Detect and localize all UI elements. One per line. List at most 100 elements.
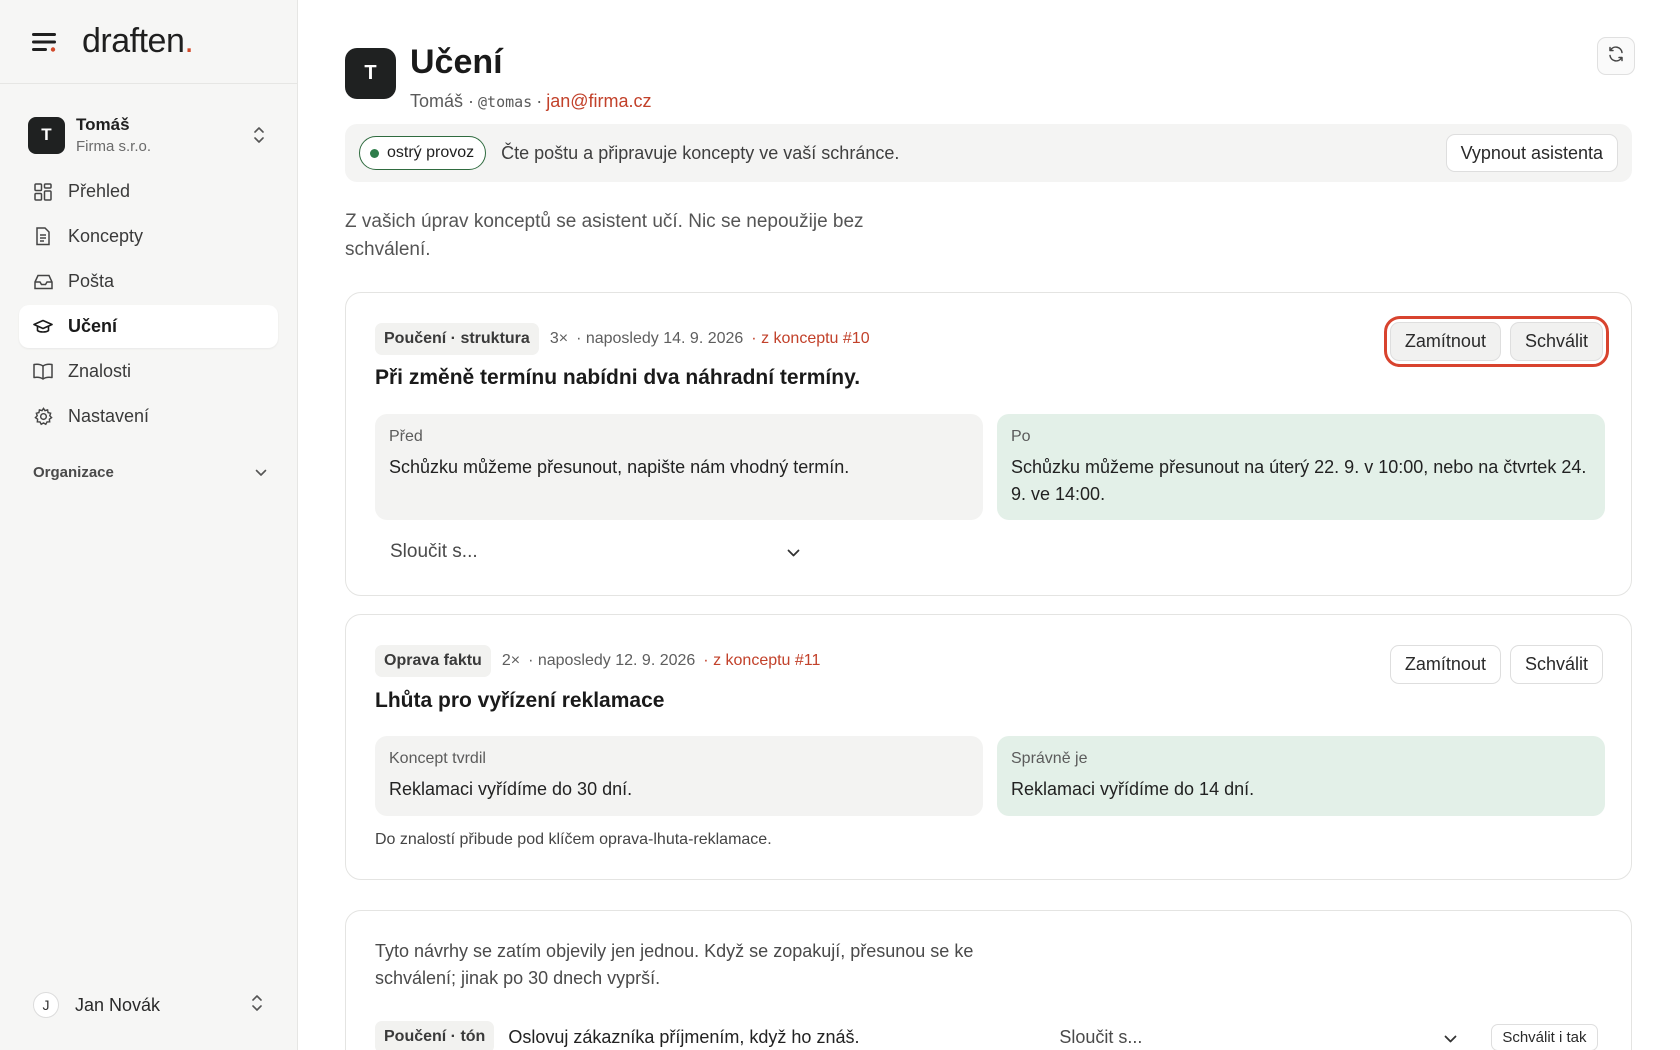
lesson-type-tag: Poučení · tón	[375, 1021, 495, 1050]
after-text: Schůzku můžeme přesunout na úterý 22. 9.…	[1011, 457, 1587, 504]
chevron-up-down-icon	[249, 126, 269, 144]
page-subtitle: Tomáš · @tomas · jan@firma.cz	[410, 91, 652, 112]
header-name: Tomáš	[410, 91, 464, 112]
organization-section-toggle[interactable]: Organizace	[33, 464, 267, 481]
lesson-type-tag: Poučení · struktura	[375, 323, 539, 355]
lesson-type-tag: Oprava faktu	[375, 645, 491, 677]
org-section-label: Organizace	[33, 464, 114, 481]
nav-label: Učení	[68, 316, 118, 336]
fact-correction-card: Oprava faktu 2× · naposledy 12. 9. 2026 …	[345, 614, 1632, 880]
after-label: Po	[1011, 428, 1031, 445]
card-actions: Zamítnout Schválit	[1389, 645, 1603, 684]
before-panel: Před Schůzku můžeme přesunout, napište n…	[375, 414, 983, 520]
nav-item-nastaveni[interactable]: Nastavení	[19, 395, 278, 438]
nav-item-prehled[interactable]: Přehled	[19, 170, 278, 213]
reject-button[interactable]: Zamítnout	[1389, 322, 1501, 361]
graduation-cap-icon	[33, 317, 53, 337]
book-icon	[33, 362, 53, 382]
page-header: T Učení Tomáš · @tomas · jan@firma.cz	[345, 43, 652, 112]
inbox-icon	[33, 272, 53, 292]
brand-bar: draften.	[0, 0, 297, 84]
last-seen-date: · naposledy 12. 9. 2026	[528, 652, 696, 669]
source-draft-link[interactable]: · z konceptu #11	[703, 652, 820, 670]
dashboard-icon	[33, 182, 53, 202]
menu-icon[interactable]	[32, 28, 60, 56]
header-email-link[interactable]: jan@firma.cz	[546, 91, 651, 112]
pending-suggestion-row: Poučení · tón Oslovuj zákazníka příjmení…	[375, 1021, 1603, 1050]
card-actions: Zamítnout Schválit	[1383, 316, 1610, 367]
user-name: Jan Novák	[75, 994, 161, 1015]
page-avatar: T	[345, 48, 396, 99]
live-status-label: ostrý provoz	[387, 144, 475, 161]
nav-item-posta[interactable]: Pošta	[19, 260, 278, 303]
status-description: Čte poštu a připravuje koncepty ve vaší …	[501, 142, 900, 163]
workspace-switcher[interactable]: T Tomáš Firma s.r.o.	[28, 114, 279, 156]
chevron-down-icon	[787, 541, 800, 563]
correct-label: Správně je	[1011, 750, 1088, 767]
nav-label: Koncepty	[68, 226, 144, 246]
pending-description: Tyto návrhy se zatím objevily jen jednou…	[375, 941, 974, 988]
nav-item-koncepty[interactable]: Koncepty	[19, 215, 278, 258]
pending-suggestions-card: Tyto návrhy se zatím objevily jen jednou…	[345, 910, 1632, 1050]
document-icon	[33, 227, 53, 247]
main-content: T Učení Tomáš · @tomas · jan@firma.cz os…	[345, 0, 1635, 1050]
approve-button[interactable]: Schválit	[1509, 645, 1603, 684]
approve-button[interactable]: Schválit	[1509, 322, 1603, 361]
header-handle: @tomas	[478, 93, 533, 112]
before-text: Schůzku můžeme přesunout, napište nám vh…	[389, 457, 850, 477]
source-draft-link[interactable]: · z konceptu #10	[751, 330, 869, 348]
merge-select[interactable]: Sloučit s...	[1043, 1027, 1473, 1048]
card-meta: Oprava faktu 2× · naposledy 12. 9. 2026 …	[375, 645, 820, 677]
last-seen-date: · naposledy 14. 9. 2026	[576, 330, 744, 347]
refresh-button[interactable]	[1597, 37, 1635, 75]
knowledge-note: Do znalostí přibude pod klíčem oprava-lh…	[375, 831, 772, 848]
claimed-label: Koncept tvrdil	[389, 750, 486, 767]
live-status-badge: ostrý provoz	[359, 136, 487, 170]
nav-label: Znalosti	[68, 361, 132, 381]
claimed-panel: Koncept tvrdil Reklamaci vyřídíme do 30 …	[375, 736, 983, 816]
nav-item-znalosti[interactable]: Znalosti	[19, 350, 278, 393]
refresh-icon	[1607, 45, 1625, 68]
suggestion-rule: Oslovuj zákazníka příjmením, když ho zná…	[508, 1026, 860, 1047]
header-separator: ·	[536, 91, 543, 112]
merge-select[interactable]: Sloučit s...	[390, 541, 800, 563]
chevron-up-down-icon	[251, 994, 263, 1017]
correct-text: Reklamaci vyřídíme do 14 dní.	[1011, 779, 1255, 799]
merge-select-value: Sloučit s...	[390, 541, 478, 562]
nav-label: Pošta	[68, 271, 115, 291]
chevron-down-icon	[255, 464, 267, 481]
after-panel: Po Schůzku můžeme přesunout na úterý 22.…	[997, 414, 1605, 520]
nav-label: Nastavení	[68, 406, 150, 426]
user-menu[interactable]: J Jan Novák	[33, 990, 263, 1020]
main-nav: Přehled Koncepty Pošta Učení Znalosti Na…	[0, 170, 297, 438]
brand-logo[interactable]: draften.	[82, 22, 194, 61]
correct-panel: Správně je Reklamaci vyřídíme do 14 dní.	[997, 736, 1605, 816]
header-separator: ·	[468, 91, 475, 112]
user-avatar: J	[33, 992, 59, 1018]
lesson-title: Lhůta pro vyřízení reklamace	[375, 689, 665, 712]
claimed-text: Reklamaci vyřídíme do 30 dní.	[389, 779, 633, 799]
approve-anyway-button[interactable]: Schválit i tak	[1491, 1023, 1598, 1050]
workspace-avatar: T	[28, 116, 65, 154]
nav-label: Přehled	[68, 181, 131, 201]
page-title: Učení	[410, 43, 503, 81]
before-label: Před	[389, 428, 423, 445]
workspace-org: Firma s.r.o.	[76, 138, 152, 155]
reject-button[interactable]: Zamítnout	[1389, 645, 1501, 684]
occurrence-count: 3×	[549, 330, 569, 347]
brand-name: draften	[82, 22, 185, 60]
chevron-down-icon	[1444, 1027, 1457, 1048]
sidebar: draften. T Tomáš Firma s.r.o. Přehled Ko…	[0, 0, 298, 1050]
lesson-card: Poučení · struktura 3× · naposledy 14. 9…	[345, 292, 1632, 596]
brand-dot: .	[184, 22, 194, 60]
merge-select-value: Sloučit s...	[1059, 1026, 1143, 1047]
occurrence-count: 2×	[501, 652, 521, 669]
assistant-status-bar: ostrý provoz Čte poštu a připravuje konc…	[345, 124, 1632, 182]
disable-assistant-button[interactable]: Vypnout asistenta	[1445, 134, 1618, 172]
card-meta: Poučení · struktura 3× · naposledy 14. 9…	[375, 323, 870, 355]
nav-item-uceni[interactable]: Učení	[19, 305, 278, 348]
workspace-name: Tomáš	[76, 115, 130, 134]
lesson-title: Při změně termínu nabídni dva náhradní t…	[375, 366, 861, 389]
intro-text: Z vašich úprav konceptů se asistent učí.…	[345, 211, 864, 260]
gear-icon	[33, 407, 53, 427]
